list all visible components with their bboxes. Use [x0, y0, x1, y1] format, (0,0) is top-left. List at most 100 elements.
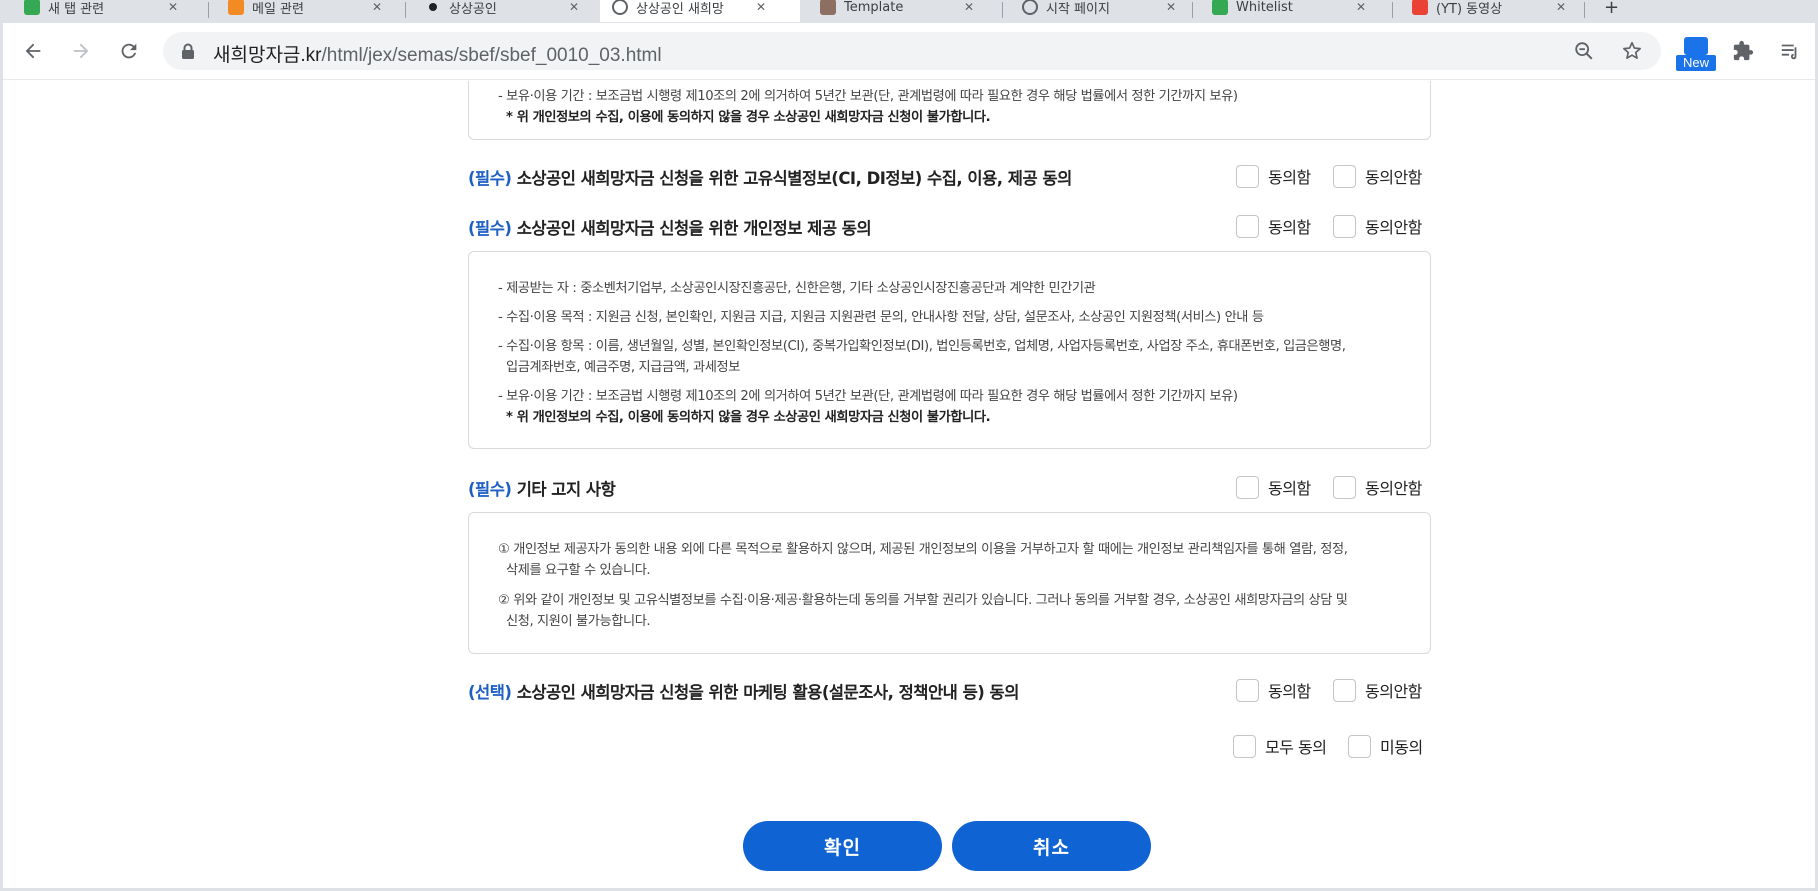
disagree-checkbox[interactable]	[1333, 475, 1356, 499]
consent-text-box: ① 개인정보 제공자가 동의한 내용 외에 다른 목적으로 활용하지 않으며, …	[468, 512, 1431, 654]
tab-close-icon[interactable]: ✕	[1356, 0, 1366, 14]
tab-title: 새 탭 관련	[48, 1, 105, 17]
consent-text-line: - 보유·이용 기간 : 보조금법 시행령 제10조의 2에 의거하여 5년간 …	[498, 89, 1238, 104]
optional-tag: (선택)	[468, 683, 512, 702]
back-button[interactable]	[17, 35, 49, 67]
agree-label: 동의함	[1268, 682, 1311, 701]
agree-option[interactable]: 동의함	[1236, 678, 1311, 702]
consent-text-box: - 보유·이용 기간 : 보조금법 시행령 제10조의 2에 의거하여 5년간 …	[468, 81, 1431, 140]
agree-option[interactable]: 동의함	[1236, 164, 1311, 188]
consent-text-box: - 제공받는 자 : 중소벤처기업부, 소상공인시장진흥공단, 신한은행, 기타…	[468, 251, 1431, 449]
agree-checkbox[interactable]	[1236, 678, 1259, 702]
disagree-option[interactable]: 동의안함	[1333, 214, 1422, 238]
tab-title: (YT) 동영상	[1436, 1, 1503, 17]
consent-title-personal-info: (필수) 소상공인 새희망자금 신청을 위한 개인정보 제공 동의	[468, 215, 872, 239]
tab-close-icon[interactable]: ✕	[372, 0, 382, 14]
disagree-checkbox[interactable]	[1333, 214, 1356, 238]
consent-text-line: - 수집·이용 목적 : 지원금 신청, 본인확인, 지원금 지급, 지원금 지…	[498, 310, 1264, 325]
agree-label: 동의함	[1268, 218, 1311, 237]
tab-title: Template	[844, 0, 904, 15]
tab-close-icon[interactable]: ✕	[1556, 0, 1566, 14]
tab-close-icon[interactable]: ✕	[756, 0, 766, 14]
browser-tab-active[interactable]: 상상공인 새희망 ✕	[600, 0, 800, 22]
tab-favicon-icon	[429, 3, 437, 11]
zoom-button[interactable]	[1572, 39, 1596, 63]
tab-favicon-icon	[228, 0, 244, 15]
url-text[interactable]: 새희망자금.kr/html/jex/semas/sbef/sbef_0010_0…	[213, 40, 662, 67]
consent-title-text: 소상공인 새희망자금 신청을 위한 고유식별정보(CI, DI정보) 수집, 이…	[511, 169, 1073, 188]
tab-title: Whitelist	[1236, 0, 1293, 15]
bookmark-button[interactable]	[1620, 39, 1644, 63]
reload-icon	[121, 43, 137, 59]
plus-icon: +	[1604, 0, 1620, 18]
none-agree-option[interactable]: 미동의	[1348, 734, 1423, 758]
disagree-label: 동의안함	[1365, 168, 1422, 187]
disagree-checkbox[interactable]	[1333, 678, 1356, 702]
consent-text-line: - 제공받는 자 : 중소벤처기업부, 소상공인시장진흥공단, 신한은행, 기타…	[498, 281, 1096, 296]
tab-close-icon[interactable]: ✕	[1166, 0, 1176, 14]
agree-option[interactable]: 동의함	[1236, 214, 1311, 238]
zoom-out-icon	[1575, 42, 1593, 60]
required-tag: (필수)	[468, 480, 512, 499]
extension-icon	[1684, 37, 1708, 55]
consent-notice: * 위 개인정보의 수집, 이용에 동의하지 않을 경우 소상공인 새희망자금 …	[506, 410, 991, 425]
disagree-label: 동의안함	[1365, 479, 1422, 498]
tab-close-icon[interactable]: ✕	[168, 0, 178, 14]
disagree-checkbox[interactable]	[1333, 164, 1356, 188]
all-agree-label: 모두 동의	[1265, 738, 1327, 757]
browser-tab[interactable]: 새 탭 관련 ✕	[12, 0, 190, 22]
consent-text-line: 입금계좌번호, 예금주명, 지급금액, 과세정보	[506, 360, 740, 375]
consent-title-text: 소상공인 새희망자금 신청을 위한 마케팅 활용(설문조사, 정책안내 등) 동…	[511, 683, 1020, 702]
tab-title: 상상공인	[449, 1, 497, 17]
required-tag: (필수)	[468, 219, 512, 238]
puzzle-icon	[1733, 40, 1754, 61]
disagree-option[interactable]: 동의안함	[1333, 678, 1422, 702]
consent-title-text: 기타 고지 사항	[511, 480, 616, 499]
tab-close-icon[interactable]: ✕	[964, 0, 974, 14]
address-bar[interactable]: 새희망자금.kr/html/jex/semas/sbef/sbef_0010_0…	[163, 32, 1661, 70]
none-agree-label: 미동의	[1380, 738, 1423, 757]
browser-tab[interactable]: 상상공인 ✕	[413, 0, 591, 22]
extensions-button[interactable]	[1728, 36, 1758, 66]
extension-new-badge[interactable]: New	[1676, 37, 1716, 73]
browser-toolbar: 새희망자금.kr/html/jex/semas/sbef/sbef_0010_0…	[0, 23, 1818, 80]
all-agree-option[interactable]: 모두 동의	[1233, 734, 1327, 758]
consent-title-unique-id: (필수) 소상공인 새희망자금 신청을 위한 고유식별정보(CI, DI정보) …	[468, 165, 1072, 189]
all-agree-checkbox[interactable]	[1233, 734, 1256, 758]
confirm-button[interactable]: 확인	[743, 821, 942, 871]
browser-tab[interactable]: 메일 관련 ✕	[216, 0, 394, 22]
arrow-left-icon	[25, 43, 41, 59]
star-icon	[1623, 41, 1641, 59]
page-content: - 보유·이용 기간 : 보조금법 시행령 제10조의 2에 의거하여 5년간 …	[3, 81, 1815, 888]
browser-tab[interactable]: Template ✕	[808, 0, 986, 22]
url-host: 새희망자금.kr	[213, 45, 322, 66]
reading-list-button[interactable]	[1775, 36, 1805, 66]
disagree-option[interactable]: 동의안함	[1333, 164, 1422, 188]
consent-title-other-notice: (필수) 기타 고지 사항	[468, 476, 616, 500]
browser-tab[interactable]: Whitelist ✕	[1200, 0, 1378, 22]
reload-button[interactable]	[113, 35, 145, 67]
url-path: /html/jex/semas/sbef/sbef_0010_03.html	[321, 45, 662, 66]
lock-icon[interactable]	[181, 43, 195, 59]
agree-option[interactable]: 동의함	[1236, 475, 1311, 499]
cancel-button[interactable]: 취소	[952, 821, 1151, 871]
tab-close-icon[interactable]: ✕	[569, 0, 579, 14]
tab-title: 상상공인 새희망	[636, 1, 724, 17]
tab-title: 메일 관련	[252, 1, 304, 17]
new-tab-button[interactable]: +	[1592, 0, 1631, 22]
none-agree-checkbox[interactable]	[1348, 734, 1371, 758]
disagree-option[interactable]: 동의안함	[1333, 475, 1422, 499]
tab-favicon-icon	[820, 0, 836, 15]
agree-checkbox[interactable]	[1236, 214, 1259, 238]
agree-checkbox[interactable]	[1236, 475, 1259, 499]
browser-tab[interactable]: 시작 페이지 ✕	[1010, 0, 1188, 22]
browser-tab[interactable]: (YT) 동영상 ✕	[1400, 0, 1578, 22]
forward-button[interactable]	[65, 35, 97, 67]
tab-strip: 새 탭 관련 ✕ 메일 관련 ✕ 상상공인 ✕ 상상공인 새희망 ✕ Templ…	[0, 0, 1818, 23]
agree-checkbox[interactable]	[1236, 164, 1259, 188]
notice-text-line: ② 위와 같이 개인정보 및 고유식별정보를 수집·이용·제공·활용하는데 동의…	[498, 593, 1348, 608]
list-icon	[1781, 44, 1797, 60]
arrow-right-icon	[73, 43, 89, 59]
consent-text-line: - 보유·이용 기간 : 보조금법 시행령 제10조의 2에 의거하여 5년간 …	[498, 389, 1238, 404]
tab-favicon-icon	[1022, 0, 1038, 15]
